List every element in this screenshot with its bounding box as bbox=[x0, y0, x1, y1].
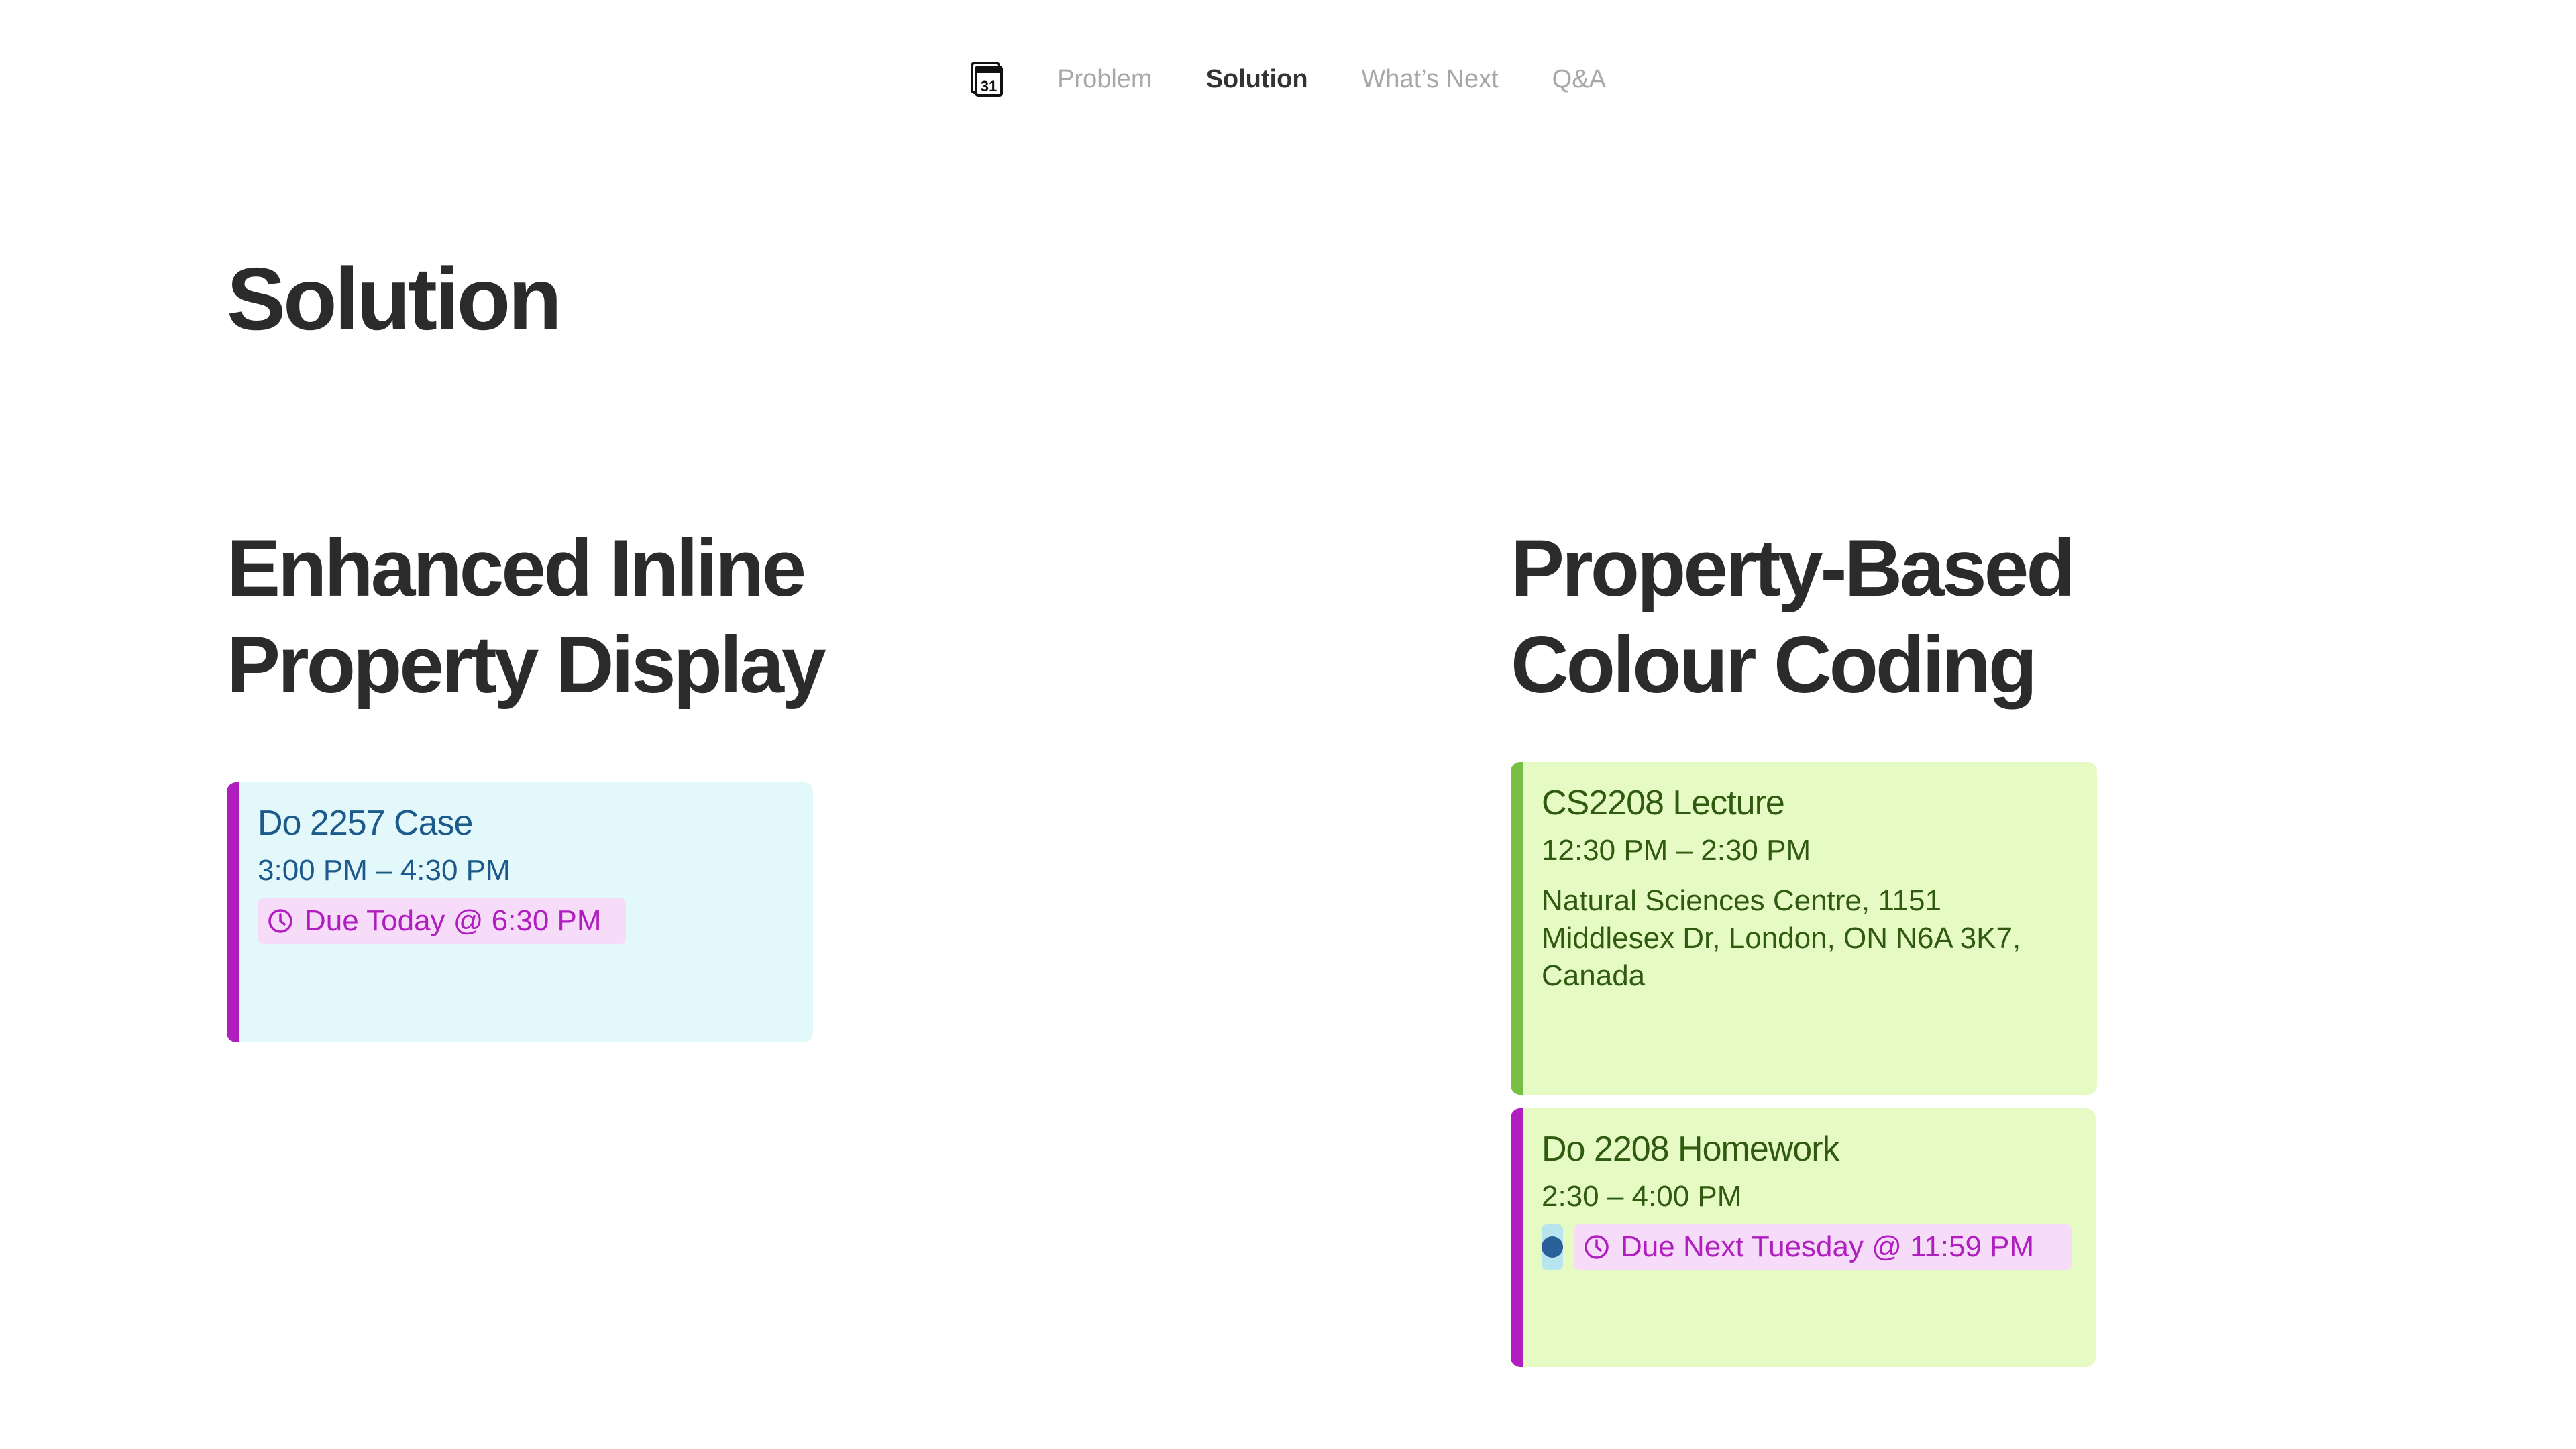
nav-item-whats-next[interactable]: What’s Next bbox=[1362, 65, 1499, 94]
event-title: CS2208 Lecture bbox=[1542, 784, 1785, 822]
event-card-2257-case[interactable]: Do 2257 Case 3:00 PM – 4:30 PM Due Today… bbox=[227, 782, 813, 1042]
top-nav-items: 31 Problem Solution What’s Next Q&A bbox=[970, 60, 1606, 98]
section-title-inline-property-display: Enhanced Inline Property Display bbox=[227, 520, 826, 713]
clock-icon bbox=[268, 909, 292, 933]
event-property-row: Due Today @ 6:30 PM bbox=[258, 898, 786, 945]
event-title: Do 2208 Homework bbox=[1542, 1130, 1840, 1169]
event-location: Natural Sciences Centre, 1151 Middlesex … bbox=[1542, 884, 2021, 993]
nav-item-problem[interactable]: Problem bbox=[1057, 65, 1152, 94]
event-accent-bar bbox=[1511, 1108, 1523, 1367]
page-title: Solution bbox=[227, 250, 562, 348]
event-time: 3:00 PM – 4:30 PM bbox=[258, 854, 511, 888]
section-title-line-1: Property-Based bbox=[1511, 523, 2076, 613]
due-date-label: Due Today @ 6:30 PM bbox=[305, 904, 602, 938]
nav-item-solution[interactable]: Solution bbox=[1206, 65, 1308, 94]
top-nav: 31 Problem Solution What’s Next Q&A bbox=[0, 60, 2576, 98]
event-time: 12:30 PM – 2:30 PM bbox=[1542, 834, 1811, 867]
status-dot-icon bbox=[1542, 1236, 1563, 1258]
event-card-cs2208-lecture[interactable]: CS2208 Lecture 12:30 PM – 2:30 PM Natura… bbox=[1511, 762, 2097, 1095]
section-title-line-2: Colour Coding bbox=[1511, 620, 2037, 710]
event-accent-bar bbox=[1511, 762, 1523, 1095]
due-date-label: Due Next Tuesday @ 11:59 PM bbox=[1621, 1230, 2035, 1264]
clock-icon bbox=[1585, 1235, 1609, 1259]
calendar-31-icon[interactable]: 31 bbox=[970, 60, 1004, 98]
section-title-line-2: Property Display bbox=[227, 620, 826, 710]
event-property-row: Due Next Tuesday @ 11:59 PM bbox=[1542, 1224, 2072, 1271]
nav-item-qa[interactable]: Q&A bbox=[1552, 65, 1606, 94]
section-title-colour-coding: Property-Based Colour Coding bbox=[1511, 520, 2076, 713]
event-accent-bar bbox=[227, 782, 239, 1042]
event-title: Do 2257 Case bbox=[258, 804, 473, 843]
due-date-chip[interactable]: Due Today @ 6:30 PM bbox=[258, 898, 626, 945]
event-card-2208-homework[interactable]: Do 2208 Homework 2:30 – 4:00 PM Due Next… bbox=[1511, 1108, 2096, 1367]
event-time: 2:30 – 4:00 PM bbox=[1542, 1180, 1742, 1214]
section-title-line-1: Enhanced Inline bbox=[227, 523, 806, 613]
due-date-chip[interactable]: Due Next Tuesday @ 11:59 PM bbox=[1574, 1224, 2072, 1271]
calendar-logo-text: 31 bbox=[981, 78, 997, 95]
status-chip[interactable] bbox=[1542, 1224, 1563, 1271]
